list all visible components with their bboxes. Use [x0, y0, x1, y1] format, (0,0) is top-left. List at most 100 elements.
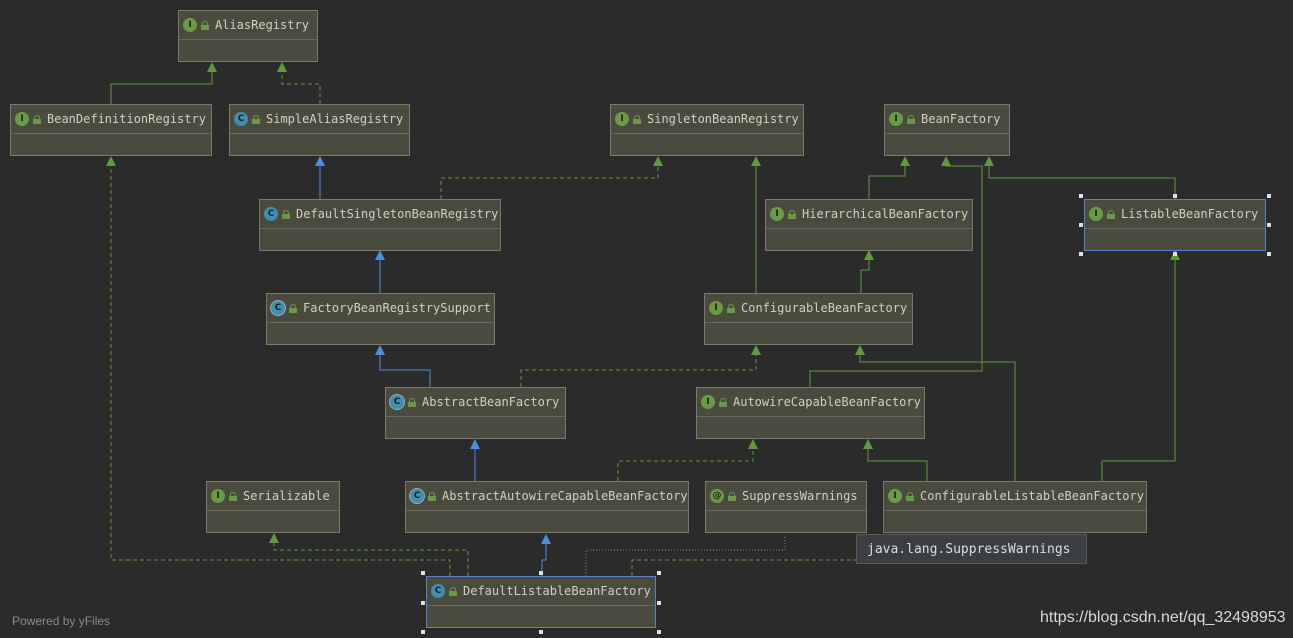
node-simple-alias-registry[interactable]: C SimpleAliasRegistry — [229, 104, 410, 156]
node-label: AliasRegistry — [215, 18, 309, 32]
selection-handle[interactable] — [539, 571, 543, 575]
selection-handle[interactable] — [1173, 194, 1177, 198]
annotation-icon: @ — [710, 489, 724, 503]
selection-handle[interactable] — [1173, 252, 1177, 256]
selection-handle[interactable] — [421, 571, 425, 575]
interface-icon: I — [888, 489, 902, 503]
node-label: SimpleAliasRegistry — [266, 112, 404, 126]
edge-clbf-to-acbf — [867, 448, 928, 481]
node-suppress-warnings[interactable]: @ SuppressWarnings — [705, 481, 867, 533]
uml-diagram-canvas[interactable]: I AliasRegistry I BeanDefinitionRegistry C… — [0, 0, 1293, 638]
abstract-class-icon: C — [410, 489, 424, 503]
node-abstract-bean-factory[interactable]: C AbstractBeanFactory — [385, 387, 566, 439]
selection-handle[interactable] — [657, 601, 661, 605]
node-label: FactoryBeanRegistrySupport — [303, 301, 491, 315]
watermark-url: https://blog.csdn.net/qq_32498953 — [1040, 609, 1286, 626]
lock-icon — [428, 491, 436, 501]
selection-handle[interactable] — [421, 601, 425, 605]
class-icon: C — [264, 207, 278, 221]
lock-icon — [33, 114, 41, 124]
tooltip: java.lang.SuppressWarnings — [856, 534, 1087, 564]
lock-icon — [1107, 209, 1115, 219]
edge-aacbf-to-acbf — [617, 448, 754, 481]
lock-icon — [282, 209, 290, 219]
node-bean-factory[interactable]: I BeanFactory — [884, 104, 1010, 156]
edge-bdr-to-alias — [110, 70, 213, 104]
node-configurable-bean-factory[interactable]: I ConfigurableBeanFactory — [704, 293, 913, 345]
node-label: SuppressWarnings — [742, 489, 858, 503]
interface-icon: I — [770, 207, 784, 221]
node-singleton-bean-registry[interactable]: I SingletonBeanRegistry — [610, 104, 804, 156]
node-label: HierarchicalBeanFactory — [802, 207, 969, 221]
edge-dlbf-to-suppress — [585, 535, 786, 576]
selection-handle[interactable] — [1079, 194, 1083, 198]
selection-handle[interactable] — [1079, 223, 1083, 227]
lock-icon — [289, 303, 297, 313]
lock-icon — [252, 114, 260, 124]
interface-icon: I — [183, 18, 197, 32]
edge-dsbr-to-sbr — [440, 165, 659, 199]
selection-handle[interactable] — [1267, 252, 1271, 256]
node-label: BeanFactory — [921, 112, 1001, 126]
node-factory-bean-registry-support[interactable]: C FactoryBeanRegistrySupport — [266, 293, 495, 345]
edge-sar-to-alias — [281, 70, 321, 104]
node-configurable-listable-bean-factory[interactable]: I ConfigurableListableBeanFactory — [883, 481, 1147, 533]
selection-handle[interactable] — [421, 630, 425, 634]
lock-icon — [727, 303, 735, 313]
lock-icon — [719, 397, 727, 407]
interface-icon: I — [15, 112, 29, 126]
node-bean-definition-registry[interactable]: I BeanDefinitionRegistry — [10, 104, 212, 156]
lock-icon — [449, 586, 457, 596]
node-alias-registry[interactable]: I AliasRegistry — [178, 10, 318, 62]
lock-icon — [229, 491, 237, 501]
powered-by-label: Powered by yFiles — [12, 614, 111, 628]
node-default-singleton-bean-registry[interactable]: C DefaultSingletonBeanRegistry — [259, 199, 501, 251]
edge-clbf-to-lbf — [1101, 259, 1176, 481]
node-abstract-autowire-capable-bean-factory[interactable]: C AbstractAutowireCapableBeanFactory — [405, 481, 689, 533]
lock-icon — [788, 209, 796, 219]
inheritance-edges — [106, 62, 1180, 576]
interface-icon: I — [1089, 207, 1103, 221]
selection-handle[interactable] — [657, 630, 661, 634]
selection-handle[interactable] — [1267, 194, 1271, 198]
lock-icon — [907, 114, 915, 124]
interface-icon: I — [211, 489, 225, 503]
class-icon: C — [234, 112, 248, 126]
lock-icon — [201, 20, 209, 30]
interface-icon: I — [889, 112, 903, 126]
interface-icon: I — [701, 395, 715, 409]
selection-handle[interactable] — [657, 571, 661, 575]
edge-cbf-to-hbf — [860, 259, 870, 293]
edge-hbf-to-bf — [868, 165, 906, 199]
node-default-listable-bean-factory[interactable]: C DefaultListableBeanFactory — [426, 576, 656, 628]
selection-handle[interactable] — [1079, 252, 1083, 256]
node-serializable[interactable]: I Serializable — [206, 481, 340, 533]
node-listable-bean-factory[interactable]: I ListableBeanFactory — [1084, 199, 1266, 251]
node-autowire-capable-bean-factory[interactable]: I AutowireCapableBeanFactory — [696, 387, 925, 439]
selection-handle[interactable] — [539, 630, 543, 634]
edge-abf-to-cbf — [520, 354, 757, 387]
abstract-class-icon: C — [271, 301, 285, 315]
class-icon: C — [431, 584, 445, 598]
edge-dlbf-to-clbf — [631, 559, 860, 576]
edge-dlbf-to-serializable — [273, 542, 469, 576]
node-label: AutowireCapableBeanFactory — [733, 395, 921, 409]
selection-handle[interactable] — [1267, 223, 1271, 227]
node-label: ConfigurableListableBeanFactory — [920, 489, 1144, 503]
node-hierarchical-bean-factory[interactable]: I HierarchicalBeanFactory — [765, 199, 973, 251]
lock-icon — [728, 491, 736, 501]
node-label: ConfigurableBeanFactory — [741, 301, 908, 315]
interface-icon: I — [709, 301, 723, 315]
lock-icon — [408, 397, 416, 407]
node-label: AbstractBeanFactory — [422, 395, 560, 409]
lock-icon — [906, 491, 914, 501]
edge-abf-to-fbrs — [379, 354, 431, 387]
node-label: DefaultListableBeanFactory — [463, 584, 651, 598]
interface-icon: I — [615, 112, 629, 126]
node-label: BeanDefinitionRegistry — [47, 112, 206, 126]
abstract-class-icon: C — [390, 395, 404, 409]
node-label: AbstractAutowireCapableBeanFactory — [442, 489, 688, 503]
node-label: ListableBeanFactory — [1121, 207, 1259, 221]
lock-icon — [633, 114, 641, 124]
node-label: SingletonBeanRegistry — [647, 112, 799, 126]
